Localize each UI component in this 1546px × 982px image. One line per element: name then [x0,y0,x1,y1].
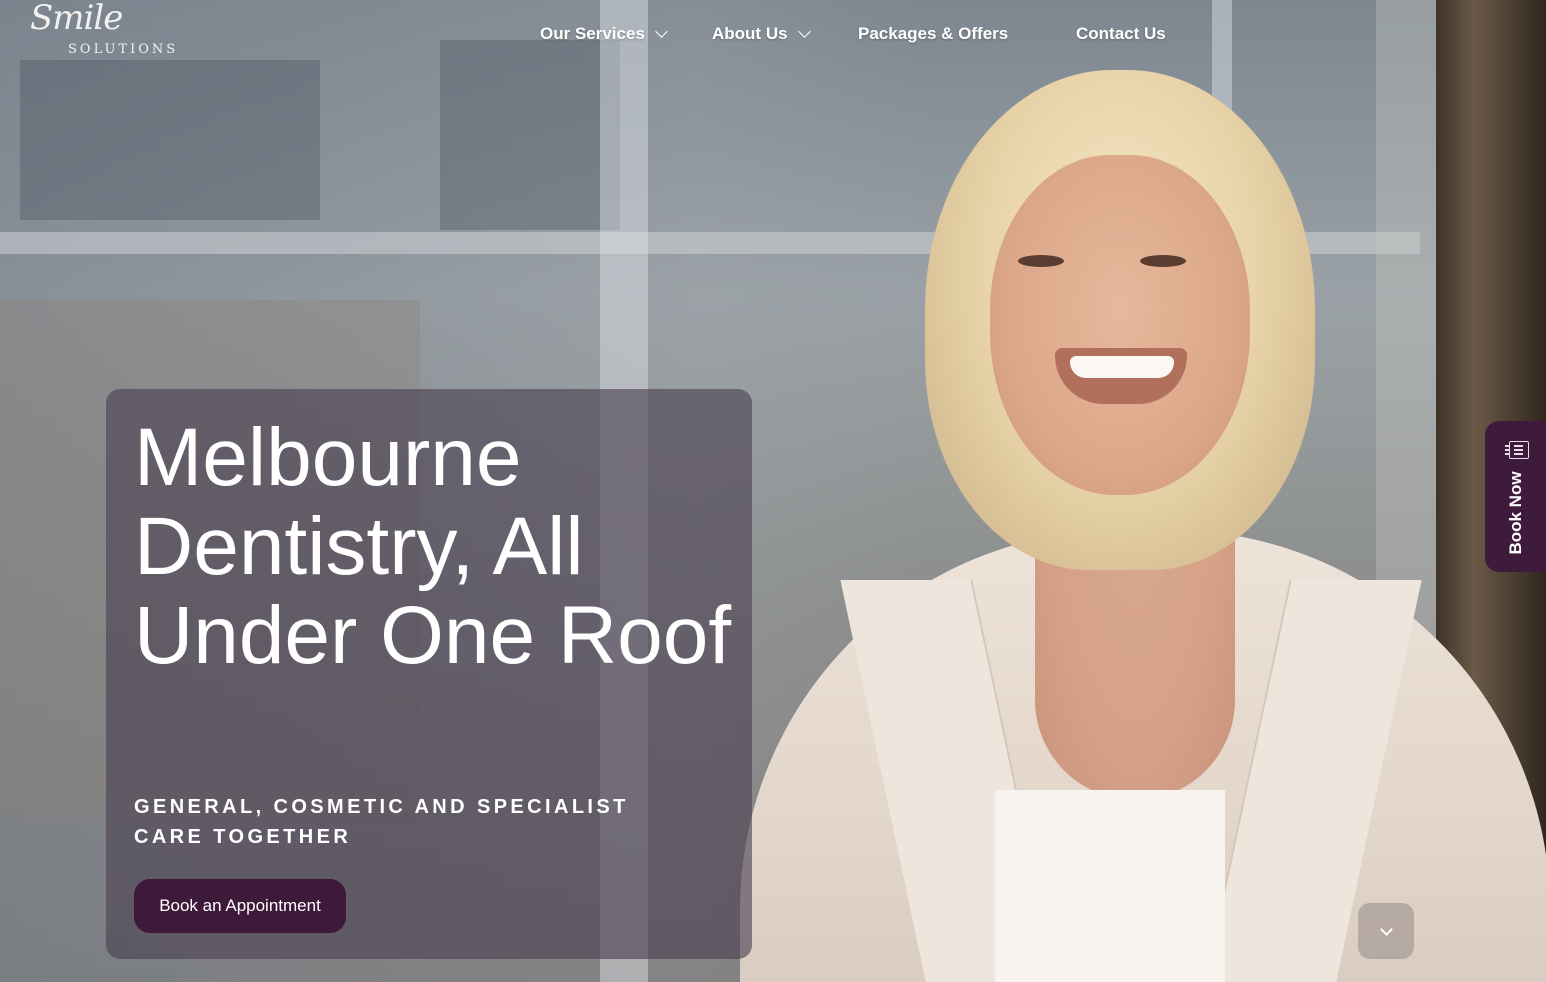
hero-subtitle: GENERAL, COSMETIC AND SPECIALIST CARE TO… [134,796,629,848]
nav-item-contact-us[interactable]: Contact Us [1076,24,1166,44]
person-teeth [1070,356,1174,378]
person-shirt [995,790,1225,982]
site-logo[interactable]: Smile SOLUTIONS [28,0,188,74]
book-now-side-tab[interactable]: Book Now [1485,421,1546,572]
nav-item-label: Contact Us [1076,24,1166,43]
nav-item-our-services[interactable]: Our Services [540,24,668,44]
nav-item-label: About Us [712,24,788,43]
chevron-down-icon [1380,923,1393,936]
hero-person-photo [700,60,1546,982]
bg-building-block [20,60,320,220]
bg-building-block [440,40,620,230]
nav-item-about-us[interactable]: About Us [712,24,811,44]
hero-card: Melbourne Dentistry, All Under One Roof … [106,389,752,959]
person-eye [1018,255,1064,267]
logo-sub-text: SOLUTIONS [68,42,179,57]
chevron-down-icon [655,25,668,38]
nav-item-packages-offers[interactable]: Packages & Offers [858,24,1008,44]
scroll-down-button[interactable] [1358,903,1414,959]
nav-item-label: Packages & Offers [858,24,1009,43]
person-eye [1140,255,1186,267]
hero-title: Melbourne Dentistry, All Under One Roof [134,412,732,681]
calendar-book-icon [1505,441,1529,459]
chevron-down-icon [797,25,811,38]
nav-item-label: Our Services [540,24,645,43]
book-appointment-button[interactable]: Book an Appointment [134,879,346,933]
logo-script-text: Smile [30,0,123,38]
book-now-label: Book Now [1506,471,1525,555]
person-face [990,155,1250,495]
